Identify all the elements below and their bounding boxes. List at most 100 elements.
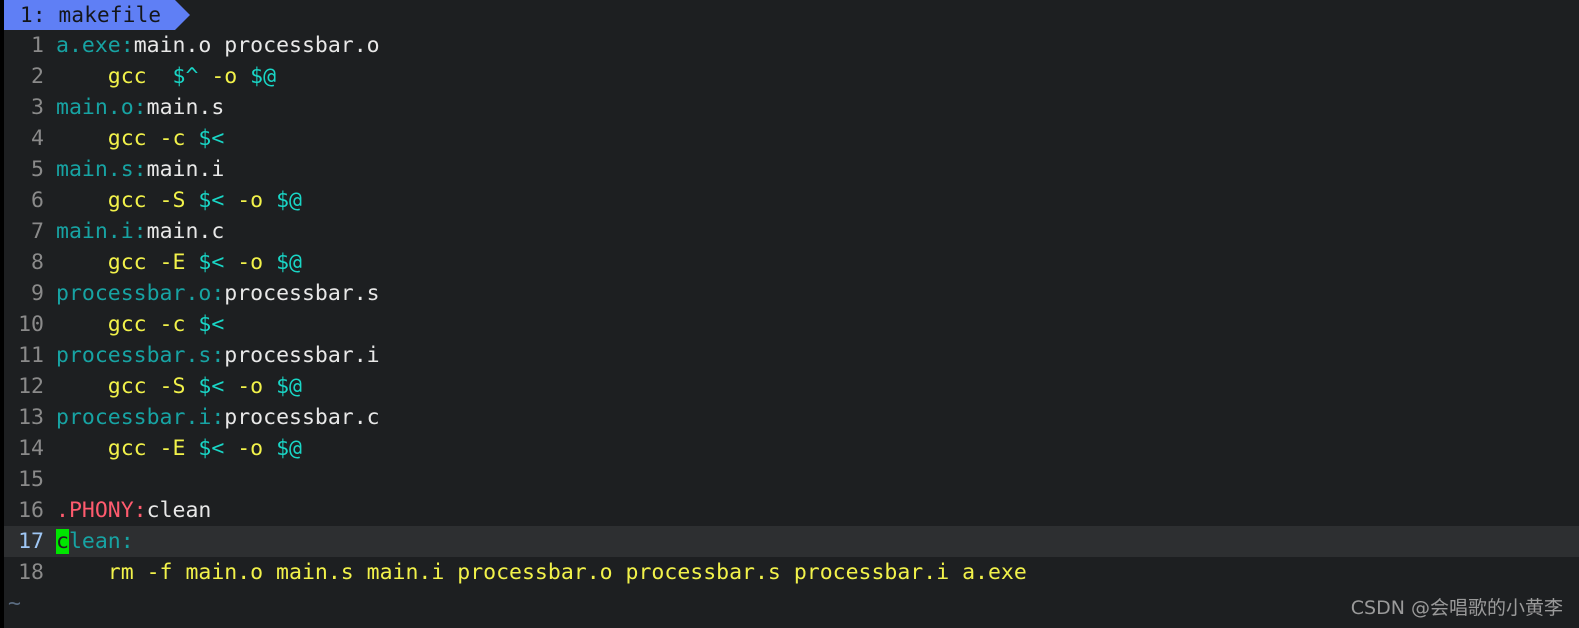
editor-line[interactable]: 16 .PHONY:clean [4,495,1579,526]
line-number: 3 [31,95,44,120]
line-text: gcc -E $< -o $@ [56,247,1579,278]
code-token: processbar.i [224,343,380,368]
code-token: : [120,529,134,554]
editor-line[interactable]: 8 gcc -E $< -o $@ [4,247,1579,278]
line-text: gcc -c $< [56,123,1579,154]
editor-line[interactable]: 4 gcc -c $< [4,123,1579,154]
code-token: gcc -E [56,436,199,461]
code-token: $< [198,126,225,151]
line-text: clean: [56,526,1579,557]
line-text: gcc -S $< -o $@ [56,371,1579,402]
code-token: : [133,498,147,523]
code-token: $< [198,188,225,213]
code-token: processbar.o [56,281,212,306]
code-token: gcc -c [56,312,199,337]
code-token: lean [68,529,121,554]
line-number: 13 [18,405,44,430]
tabline: 1: makefile [4,0,1579,30]
code-token: -o [224,188,277,213]
code-token: main.i [56,219,134,244]
code-token: : [120,33,134,58]
editor-line[interactable]: 6 gcc -S $< -o $@ [4,185,1579,216]
line-text: main.s:main.i [56,154,1579,185]
code-token: $@ [276,436,302,461]
code-token: main.s [146,95,225,120]
line-text: gcc -S $< -o $@ [56,185,1579,216]
code-token: .PHONY [56,498,134,523]
code-token: gcc -S [56,374,199,399]
code-token: gcc -S [56,188,199,213]
editor-line[interactable]: 10 gcc -c $< [4,309,1579,340]
code-token: $@ [276,250,302,275]
editor-line[interactable]: 7 main.i:main.c [4,216,1579,247]
code-token: gcc [56,64,173,89]
line-text: main.o:main.s [56,92,1579,123]
editor-line[interactable]: 9 processbar.o:processbar.s [4,278,1579,309]
vim-editor-window: 1: makefile 1 a.exe:main.o processbar.o 2 … [0,0,1579,628]
editor-line[interactable]: 5 main.s:main.i [4,154,1579,185]
editor-line[interactable]: 17 clean: [4,526,1579,557]
line-number: 18 [18,560,44,585]
cursor-block: c [56,529,69,554]
code-token: main.o processbar.o [133,33,380,58]
line-text: processbar.s:processbar.i [56,340,1579,371]
editor-line[interactable]: 2 gcc $^ -o $@ [4,61,1579,92]
line-number: 4 [31,126,44,151]
line-number: 11 [18,343,44,368]
code-token: $< [198,250,225,275]
end-of-buffer-marker: ~ [8,591,21,616]
line-number: 8 [31,250,44,275]
editor-line[interactable]: 18 rm -f main.o main.s main.i processbar… [4,557,1579,588]
editor-line[interactable]: 12 gcc -S $< -o $@ [4,371,1579,402]
code-token: : [211,281,225,306]
line-text: gcc -E $< -o $@ [56,433,1579,464]
line-text: processbar.i:processbar.c [56,402,1579,433]
line-number: 12 [18,374,44,399]
code-token: rm -f main.o main.s main.i processbar.o … [56,560,1027,585]
editor-line[interactable]: 3 main.o:main.s [4,92,1579,123]
code-token: clean [146,498,212,523]
line-number: 2 [31,64,44,89]
tab-arrow-icon [175,0,191,30]
code-token: main.o [56,95,134,120]
code-token: a.exe [56,33,121,58]
code-token: $@ [250,64,277,89]
code-token: -o [198,64,251,89]
code-token: processbar.s [56,343,212,368]
line-text: gcc $^ -o $@ [56,61,1579,92]
line-number: 10 [18,312,44,337]
line-text: a.exe:main.o processbar.o [56,30,1579,61]
code-token: gcc -c [56,126,199,151]
editor-line[interactable]: 15 [4,464,1579,495]
code-token: main.c [146,219,225,244]
line-text: .PHONY:clean [56,495,1579,526]
editor-line[interactable]: 1 a.exe:main.o processbar.o [4,30,1579,61]
code-token: main.s [56,157,134,182]
code-token: processbar.s [224,281,380,306]
code-token: $^ [172,64,199,89]
line-text: gcc -c $< [56,309,1579,340]
editor-line[interactable]: 13 processbar.i:processbar.c [4,402,1579,433]
code-token: : [133,219,147,244]
code-token: : [133,95,147,120]
code-token: $< [198,436,225,461]
line-number: 17 [18,529,44,554]
code-token: $< [198,374,225,399]
tab-makefile[interactable]: 1: makefile [4,0,191,30]
line-number: 6 [31,188,44,213]
code-token: processbar.c [224,405,380,430]
code-token: $< [198,312,225,337]
code-token: : [133,157,147,182]
editor-line[interactable]: 11 processbar.s:processbar.i [4,340,1579,371]
code-token: : [211,343,225,368]
tab-label: 1: makefile [20,3,162,27]
line-text: main.i:main.c [56,216,1579,247]
line-number: 14 [18,436,44,461]
line-number: 15 [18,467,44,492]
code-token: processbar.i [56,405,212,430]
line-number: 9 [31,281,44,306]
text-buffer[interactable]: 1 a.exe:main.o processbar.o 2 gcc $^ -o $@… [4,30,1579,588]
line-number: 16 [18,498,44,523]
editor-line[interactable]: 14 gcc -E $< -o $@ [4,433,1579,464]
code-token: -o [224,250,277,275]
